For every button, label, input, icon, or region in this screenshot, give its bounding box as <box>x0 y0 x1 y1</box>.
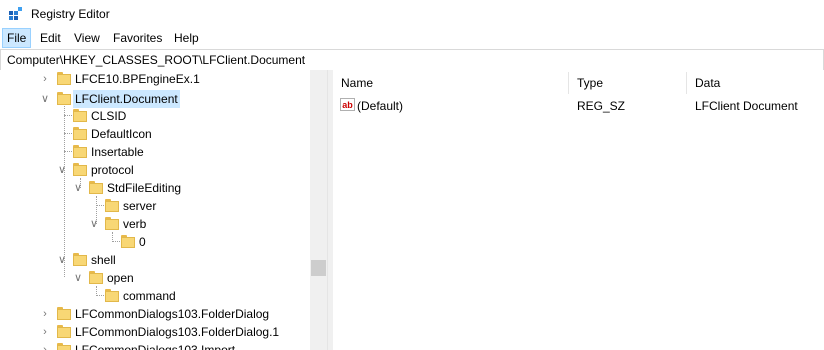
string-value-icon: ab <box>340 98 355 111</box>
tree-node-defaulticon[interactable]: DefaultIcon <box>0 125 310 143</box>
tree-scrollbar[interactable] <box>310 70 327 350</box>
value-row[interactable]: ab (Default) REG_SZ LFClient Document <box>333 97 824 115</box>
tree-node-label: command <box>123 289 176 303</box>
tree-node-insertable[interactable]: Insertable <box>0 143 310 161</box>
chevron-right-icon[interactable]: › <box>40 341 50 350</box>
menu-view[interactable]: View <box>70 28 104 48</box>
chevron-down-icon[interactable]: ∨ <box>40 90 50 108</box>
folder-icon <box>57 325 71 338</box>
menu-favorites[interactable]: Favorites <box>109 28 166 48</box>
folder-icon <box>73 253 87 266</box>
values-list[interactable]: Name Type Data ab (Default) REG_SZ LFCli… <box>333 70 824 350</box>
tree-node-label: 0 <box>139 235 146 249</box>
tree-node-label: LFClient.Document <box>73 90 180 108</box>
folder-icon <box>73 163 87 176</box>
tree-node-open[interactable]: ∨ open <box>0 269 310 287</box>
menu-edit[interactable]: Edit <box>36 28 65 48</box>
tree-node-shell[interactable]: ∨ shell <box>0 251 310 269</box>
chevron-down-icon[interactable]: ∨ <box>73 179 83 197</box>
tree-node-label: protocol <box>91 163 134 177</box>
chevron-down-icon[interactable]: ∨ <box>73 269 83 287</box>
folder-icon <box>105 199 119 212</box>
chevron-down-icon[interactable]: ∨ <box>89 215 99 233</box>
tree-node-label: Insertable <box>91 145 144 159</box>
folder-icon <box>73 145 87 158</box>
registry-editor-icon <box>9 7 22 20</box>
tree-node-label: verb <box>123 217 147 231</box>
column-header: Name Type Data <box>333 70 824 96</box>
tree-node-label: DefaultIcon <box>91 127 152 141</box>
folder-icon <box>57 307 71 320</box>
title-bar: Registry Editor <box>0 0 824 28</box>
column-type[interactable]: Type <box>569 70 603 96</box>
chevron-right-icon[interactable]: › <box>40 323 50 341</box>
tree-node-server[interactable]: server <box>0 197 310 215</box>
tree-node-label: LFCommonDialogs103.FolderDialog <box>75 307 270 321</box>
tree-node-clsid[interactable]: CLSID <box>0 107 310 125</box>
folder-icon <box>89 181 103 194</box>
menu-bar: File Edit View Favorites Help <box>0 28 824 48</box>
tree-node-label: shell <box>91 253 116 267</box>
tree-node-label: open <box>107 271 134 285</box>
folder-icon <box>73 109 87 122</box>
tree-node-label: StdFileEditing <box>107 181 182 195</box>
tree-node-label: LFCommonDialogs103.FolderDialog.1 <box>75 325 280 339</box>
folder-icon <box>105 289 119 302</box>
tree-node-protocol[interactable]: ∨ protocol <box>0 161 310 179</box>
chevron-down-icon[interactable]: ∨ <box>57 161 67 179</box>
tree-node-folderdialog-1[interactable]: › LFCommonDialogs103.FolderDialog.1 <box>0 323 310 341</box>
value-name: (Default) <box>357 99 404 113</box>
folder-icon <box>105 217 119 230</box>
menu-help[interactable]: Help <box>170 28 203 48</box>
folder-icon <box>57 72 71 85</box>
address-bar[interactable]: Computer\HKEY_CLASSES_ROOT\LFClient.Docu… <box>0 49 824 71</box>
key-tree[interactable]: › LFCE10.BPEngineEx.1 ∨ LFClient.Documen… <box>0 70 327 350</box>
tree-node-verb[interactable]: ∨ verb <box>0 215 310 233</box>
folder-icon <box>89 271 103 284</box>
value-data: LFClient Document <box>695 99 798 113</box>
tree-node-lfclient-document[interactable]: ∨ LFClient.Document <box>0 90 310 108</box>
tree-node-stdfileediting[interactable]: ∨ StdFileEditing <box>0 179 310 197</box>
column-name[interactable]: Name <box>333 70 373 96</box>
folder-icon <box>73 127 87 140</box>
scrollbar-thumb[interactable] <box>311 260 326 276</box>
tree-node-label: CLSID <box>91 109 127 123</box>
folder-icon <box>57 343 71 350</box>
tree-node-label: server <box>123 199 157 213</box>
value-type: REG_SZ <box>577 99 626 113</box>
column-data[interactable]: Data <box>687 70 720 96</box>
tree-node-label: LFCE10.BPEngineEx.1 <box>75 72 200 86</box>
tree-node-folderdialog[interactable]: › LFCommonDialogs103.FolderDialog <box>0 305 310 323</box>
chevron-down-icon[interactable]: ∨ <box>57 251 67 269</box>
tree-node-command[interactable]: command <box>0 287 310 305</box>
tree-node-verb-0[interactable]: 0 <box>0 233 310 251</box>
menu-file[interactable]: File <box>2 28 32 48</box>
address-path[interactable]: Computer\HKEY_CLASSES_ROOT\LFClient.Docu… <box>7 53 305 67</box>
chevron-right-icon[interactable]: › <box>40 305 50 323</box>
tree-node-label: LFCommonDialogs103.Import <box>75 343 236 350</box>
tree-node-import[interactable]: › LFCommonDialogs103.Import <box>0 341 310 350</box>
folder-icon <box>57 92 71 105</box>
chevron-right-icon[interactable]: › <box>40 70 50 88</box>
folder-icon <box>121 235 135 248</box>
window-title: Registry Editor <box>31 7 110 21</box>
tree-node-lfce10-bpengineex[interactable]: › LFCE10.BPEngineEx.1 <box>0 70 310 88</box>
